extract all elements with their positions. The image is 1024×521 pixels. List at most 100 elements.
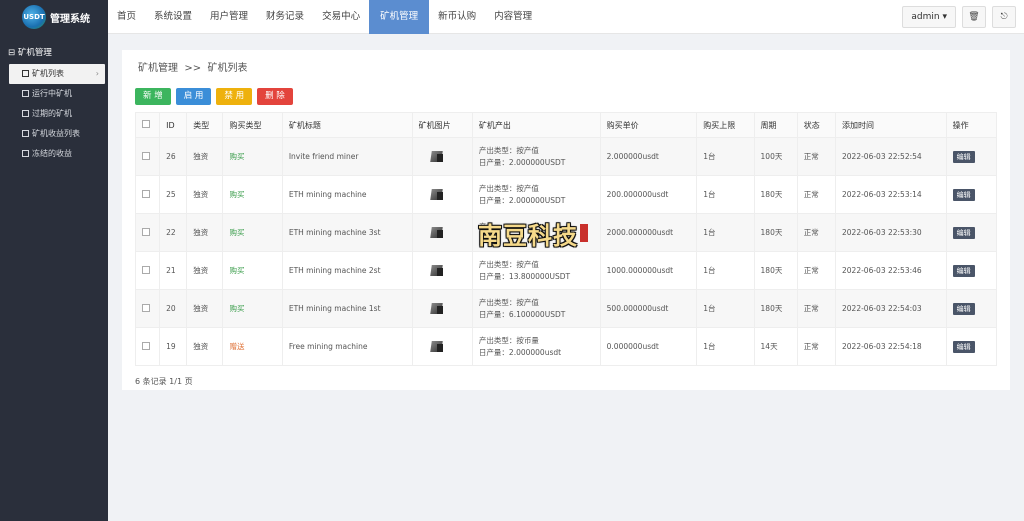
sidebar-item-label: 冻结的收益 bbox=[32, 149, 72, 158]
cell-status: 正常 bbox=[796, 289, 837, 328]
sidebar: ⊟ 矿机管理 矿机列表 › 运行中矿机 过期的矿机 矿机收益列表 冻结的收益 bbox=[0, 34, 108, 521]
cell-price: 500.000000usdt bbox=[599, 289, 698, 328]
cell-status: 正常 bbox=[796, 137, 837, 176]
select-all-checkbox[interactable] bbox=[134, 112, 161, 138]
column-header: 购买上限 bbox=[696, 112, 755, 138]
row-checkbox[interactable] bbox=[142, 189, 150, 198]
breadcrumb-section[interactable]: 矿机管理 bbox=[138, 63, 178, 74]
cell-output-daily: 日产量：2.000000USDT bbox=[478, 157, 566, 167]
logout-button[interactable]: ⎋ bbox=[992, 6, 1016, 28]
row-checkbox[interactable] bbox=[142, 265, 150, 274]
cell-title: ETH mining machine 2st bbox=[281, 251, 413, 290]
nav-item-miner-management[interactable]: 矿机管理 bbox=[369, 0, 430, 34]
clear-cache-button[interactable]: 🗑 bbox=[962, 6, 986, 28]
trash-icon: 🗑 bbox=[968, 12, 980, 22]
cell-time: 2022-06-03 22:53:46 bbox=[835, 251, 947, 290]
cell-buy-type: 赠送 bbox=[222, 327, 283, 366]
sidebar-item-frozen-earnings[interactable]: 冻结的收益 bbox=[0, 144, 108, 164]
cell-id: 20 bbox=[159, 289, 188, 328]
cell-limit: 1台 bbox=[696, 175, 755, 214]
column-header: 购买单价 bbox=[599, 112, 698, 138]
cell-title: ETH mining machine 1st bbox=[281, 289, 413, 328]
table-row: 21 独资 购买 ETH mining machine 2st 产出类型：按产值… bbox=[134, 251, 998, 290]
cell-time: 2022-06-03 22:54:03 bbox=[835, 289, 947, 328]
toolbar: 新 增 启 用 禁 用 删 除 bbox=[135, 88, 293, 105]
column-header: 矿机图片 bbox=[411, 112, 473, 138]
logo-icon: USDT bbox=[22, 5, 46, 29]
add-button[interactable]: 新 增 bbox=[135, 88, 171, 105]
sidebar-item-label: 矿机列表 bbox=[32, 69, 64, 78]
row-checkbox[interactable] bbox=[142, 227, 150, 236]
row-checkbox[interactable] bbox=[142, 303, 150, 312]
nav-item-new-coin-subscription[interactable]: 新币认购 bbox=[429, 0, 485, 34]
row-checkbox[interactable] bbox=[142, 151, 150, 160]
logo[interactable]: USDT 管理系统 bbox=[0, 0, 108, 34]
top-nav: 首页 系统设置 用户管理 财务记录 交易中心 矿机管理 新币认购 内容管理 bbox=[108, 0, 541, 34]
cell-buy-type: 购买 bbox=[222, 137, 283, 176]
cell-type: 独资 bbox=[186, 175, 224, 214]
row-checkbox[interactable] bbox=[142, 341, 150, 350]
watermark-stamp bbox=[580, 224, 588, 242]
disable-button[interactable]: 禁 用 bbox=[216, 88, 253, 105]
table-row: 20 独资 购买 ETH mining machine 1st 产出类型：按产值… bbox=[134, 289, 998, 328]
cell-buy-type: 购买 bbox=[222, 251, 283, 290]
sidebar-item-miner-earnings[interactable]: 矿机收益列表 bbox=[0, 124, 108, 144]
edit-button[interactable]: 编辑 bbox=[952, 188, 975, 201]
watermark-text: 南豆科技 bbox=[478, 220, 578, 250]
sidebar-item-label: 运行中矿机 bbox=[32, 89, 72, 98]
breadcrumb: 矿机管理 >> 矿机列表 bbox=[138, 59, 247, 74]
logout-icon: ⎋ bbox=[1000, 12, 1008, 22]
cell-price: 1000.000000usdt bbox=[599, 251, 698, 290]
cell-time: 2022-06-03 22:53:30 bbox=[835, 213, 947, 252]
edit-button[interactable]: 编辑 bbox=[952, 150, 975, 163]
breadcrumb-page: 矿机列表 bbox=[207, 63, 248, 74]
nav-item-system-settings[interactable]: 系统设置 bbox=[145, 0, 201, 34]
cell-type: 独资 bbox=[186, 327, 224, 366]
edit-button[interactable]: 编辑 bbox=[952, 340, 975, 353]
cell-time: 2022-06-03 22:52:54 bbox=[835, 137, 947, 176]
breadcrumb-separator: >> bbox=[184, 63, 202, 74]
sidebar-group-miner-management[interactable]: ⊟ 矿机管理 bbox=[0, 34, 108, 64]
cell-limit: 1台 bbox=[696, 251, 755, 290]
column-header: 矿机产出 bbox=[471, 112, 601, 138]
miner-image-icon bbox=[429, 264, 445, 278]
document-icon bbox=[22, 150, 29, 157]
top-bar: USDT 管理系统 首页 系统设置 用户管理 财务记录 交易中心 矿机管理 新币… bbox=[0, 0, 1024, 34]
sidebar-item-expired-miners[interactable]: 过期的矿机 bbox=[0, 104, 108, 124]
sidebar-item-miner-list[interactable]: 矿机列表 › bbox=[9, 64, 105, 84]
cell-buy-type: 购买 bbox=[222, 213, 283, 252]
sidebar-item-label: 矿机收益列表 bbox=[32, 129, 80, 138]
enable-button[interactable]: 启 用 bbox=[175, 88, 212, 105]
column-header: 矿机标题 bbox=[281, 112, 413, 138]
cell-title: Invite friend miner bbox=[281, 137, 413, 176]
edit-button[interactable]: 编辑 bbox=[952, 302, 975, 315]
edit-button[interactable]: 编辑 bbox=[952, 226, 975, 239]
nav-item-home[interactable]: 首页 bbox=[108, 0, 145, 34]
cell-id: 19 bbox=[159, 327, 188, 366]
admin-menu-button[interactable]: admin ▾ bbox=[902, 6, 956, 28]
cell-period: 100天 bbox=[753, 137, 798, 176]
miner-image-icon bbox=[429, 340, 445, 354]
sidebar-item-label: 过期的矿机 bbox=[32, 109, 72, 118]
cell-period: 180天 bbox=[753, 213, 798, 252]
cell-period: 180天 bbox=[753, 175, 798, 214]
cell-status: 正常 bbox=[796, 327, 837, 366]
delete-button[interactable]: 删 除 bbox=[257, 88, 293, 105]
edit-button[interactable]: 编辑 bbox=[952, 264, 975, 277]
cell-buy-type: 购买 bbox=[222, 175, 283, 214]
column-header: 添加时间 bbox=[835, 112, 947, 138]
cell-limit: 1台 bbox=[696, 137, 755, 176]
table-row: 26 独资 购买 Invite friend miner 产出类型：按产值 日产量… bbox=[134, 137, 998, 176]
nav-item-finance-records[interactable]: 财务记录 bbox=[257, 0, 313, 34]
cell-id: 22 bbox=[159, 213, 188, 252]
nav-item-user-management[interactable]: 用户管理 bbox=[201, 0, 257, 34]
column-header[interactable]: ID bbox=[159, 112, 188, 138]
nav-item-trading-center[interactable]: 交易中心 bbox=[313, 0, 369, 34]
cell-output-type: 产出类型：按产值 bbox=[478, 259, 539, 269]
cell-limit: 1台 bbox=[696, 289, 755, 328]
document-icon bbox=[22, 70, 29, 77]
document-icon bbox=[22, 110, 29, 117]
column-header: 操作 bbox=[945, 112, 998, 138]
sidebar-item-running-miners[interactable]: 运行中矿机 bbox=[0, 84, 108, 104]
nav-item-content-management[interactable]: 内容管理 bbox=[485, 0, 541, 34]
